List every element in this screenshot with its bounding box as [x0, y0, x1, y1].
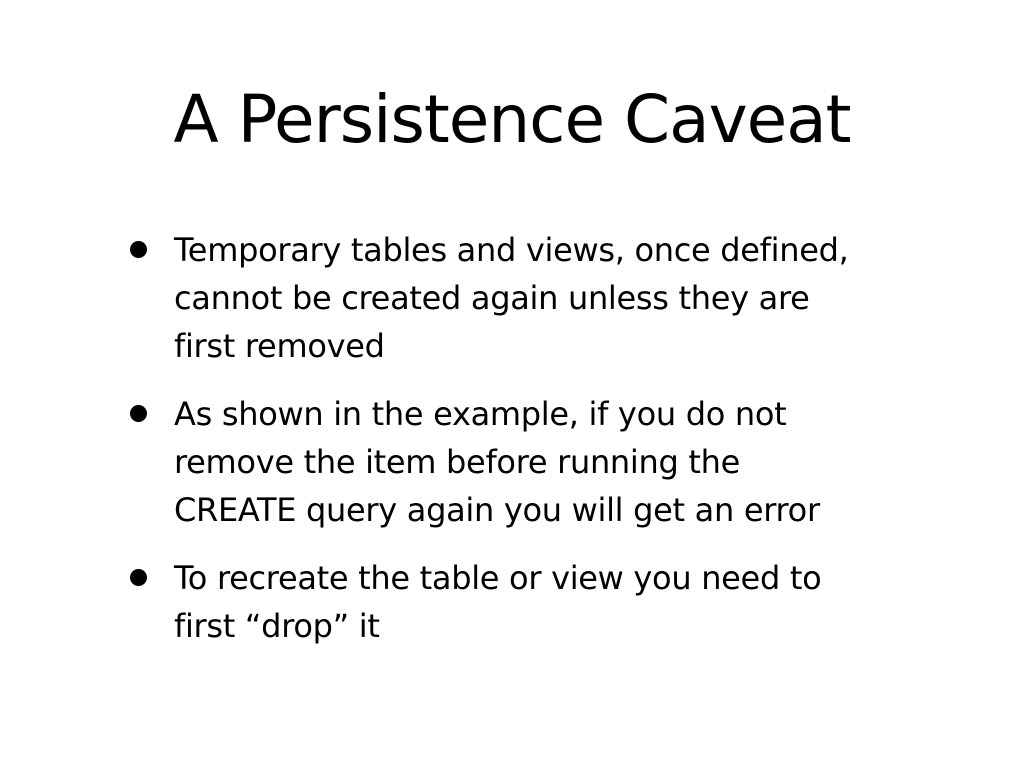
slide: A Persistence Caveat Temporary tables an…: [0, 0, 1024, 768]
bullet-text-line: first “drop” it: [174, 607, 380, 645]
bullet-item-recreate-drop: To recreate the table or view you need t…: [124, 554, 924, 650]
bullet-dot-icon: [130, 241, 147, 258]
bullet-text-line: CREATE query again you will get an error: [174, 491, 820, 529]
bullet-text-line: remove the item before running the: [174, 443, 740, 481]
bullet-dot-icon: [130, 405, 147, 422]
bullet-text-line: As shown in the example, if you do not: [174, 395, 787, 433]
bullet-list: Temporary tables and views, once defined…: [124, 226, 924, 670]
bullet-item-temporary-tables: Temporary tables and views, once defined…: [124, 226, 924, 370]
bullet-item-example-error: As shown in the example, if you do not r…: [124, 390, 924, 534]
slide-title: A Persistence Caveat: [173, 81, 851, 158]
bullet-text-line: first removed: [174, 327, 385, 365]
bullet-text-line: Temporary tables and views, once defined…: [174, 231, 849, 269]
bullet-text-line: To recreate the table or view you need t…: [174, 559, 822, 597]
bullet-dot-icon: [130, 569, 147, 586]
bullet-text-line: cannot be created again unless they are: [174, 279, 810, 317]
